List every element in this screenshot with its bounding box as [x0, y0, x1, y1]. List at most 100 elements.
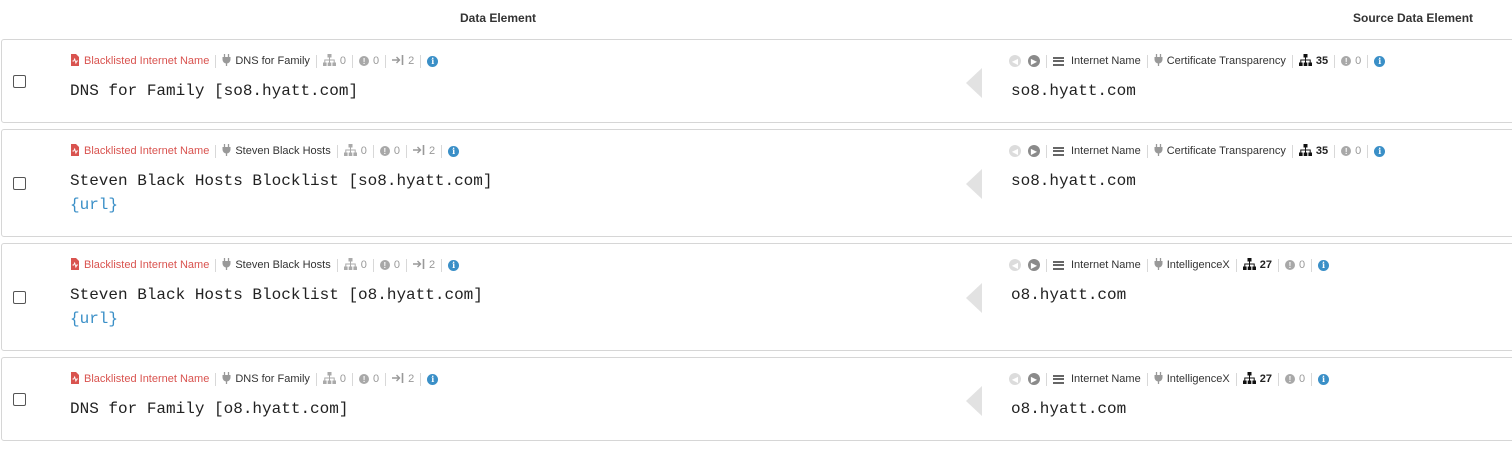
event-type[interactable]: Blacklisted Internet Name [70, 53, 210, 69]
row-checkbox[interactable] [13, 393, 26, 406]
previous-arrow-icon[interactable]: ◀ [1009, 373, 1021, 385]
separator [372, 144, 374, 158]
info-icon[interactable]: i [448, 145, 460, 157]
event-module[interactable]: DNS for Family [222, 53, 310, 69]
list-icon [1053, 374, 1064, 384]
separator [372, 258, 374, 272]
children-count-value: 0 [360, 145, 367, 157]
event-type[interactable]: Blacklisted Internet Name [70, 143, 209, 159]
children-count[interactable]: 0 [322, 371, 346, 387]
separator [1046, 372, 1047, 386]
event-url[interactable]: {url} [70, 310, 118, 328]
plug-icon [1154, 53, 1163, 69]
previous-arrow-icon[interactable]: ◀ [1009, 55, 1021, 67]
list-icon [1053, 56, 1064, 66]
info-icon[interactable]: i [1374, 145, 1386, 157]
false-positive-count[interactable]: ! 0 [359, 373, 379, 385]
separator [1311, 372, 1313, 386]
sitemap-icon [1242, 257, 1256, 273]
event-module[interactable]: Steven Black Hosts [222, 143, 331, 159]
links-count[interactable]: 2 [412, 144, 435, 158]
event-type[interactable]: Blacklisted Internet Name [70, 257, 209, 273]
source-type[interactable]: Internet Name [1053, 259, 1141, 271]
next-arrow-icon[interactable]: ▶ [1028, 259, 1040, 271]
source-data: so8.hyatt.com [1011, 172, 1136, 190]
exclamation-icon: ! [359, 56, 370, 66]
next-arrow-icon[interactable]: ▶ [1028, 55, 1040, 67]
blacklist-doc-icon [70, 257, 80, 273]
separator [1277, 258, 1279, 272]
source-false-positive-count[interactable]: ! 0 [1284, 259, 1306, 271]
links-count[interactable]: 2 [392, 372, 414, 386]
source-children-count[interactable]: 27 [1242, 257, 1272, 273]
false-positive-value: 0 [393, 145, 400, 157]
separator [352, 54, 354, 68]
false-positive-count[interactable]: ! 0 [359, 55, 379, 67]
event-module[interactable]: DNS for Family [222, 371, 310, 387]
sitemap-icon [1298, 53, 1312, 69]
children-count[interactable]: 0 [343, 143, 367, 159]
event-url[interactable]: {url} [70, 196, 118, 214]
exclamation-icon: ! [359, 374, 370, 384]
links-count[interactable]: 2 [392, 54, 414, 68]
event-module[interactable]: Steven Black Hosts [222, 257, 331, 273]
previous-arrow-icon[interactable]: ◀ [1009, 145, 1021, 157]
exclamation-icon: ! [1284, 374, 1295, 384]
children-count[interactable]: 0 [343, 257, 367, 273]
result-list: Blacklisted Internet Name DNS for Family 0… [1, 39, 1512, 447]
info-icon[interactable]: i [448, 259, 460, 271]
result-row: Blacklisted Internet Name DNS for Family 0… [1, 357, 1512, 441]
source-module[interactable]: Certificate Transparency [1154, 143, 1286, 159]
next-arrow-icon[interactable]: ▶ [1028, 145, 1040, 157]
source-false-positive-count[interactable]: ! 0 [1341, 55, 1361, 67]
separator [1046, 258, 1047, 272]
source-type[interactable]: Internet Name [1053, 373, 1141, 385]
row-checkbox[interactable] [13, 291, 26, 304]
source-type[interactable]: Internet Name [1053, 55, 1141, 67]
plug-icon [222, 257, 231, 273]
separator [1291, 144, 1293, 158]
info-icon[interactable]: i [427, 373, 439, 385]
source-meta: ◀ ▶ Internet Name IntelligenceX 27 ! 0 i [1009, 257, 1330, 273]
row-checkbox[interactable] [13, 177, 26, 190]
separator [336, 144, 338, 158]
separator [1146, 144, 1148, 158]
source-false-positive-count[interactable]: ! 0 [1341, 145, 1361, 157]
links-count[interactable]: 2 [412, 258, 435, 272]
event-meta: Blacklisted Internet Name Steven Black Ho… [70, 257, 460, 273]
separator [1235, 258, 1237, 272]
event-type[interactable]: Blacklisted Internet Name [70, 371, 210, 387]
event-type-label: Blacklisted Internet Name [84, 55, 210, 67]
event-type-label: Blacklisted Internet Name [84, 373, 210, 385]
info-icon[interactable]: i [427, 55, 439, 67]
source-false-positive-count[interactable]: ! 0 [1284, 373, 1305, 385]
source-children-count[interactable]: 35 [1298, 53, 1329, 69]
false-positive-count[interactable]: ! 0 [379, 145, 400, 157]
separator [420, 372, 422, 386]
source-module[interactable]: IntelligenceX [1154, 257, 1230, 273]
source-module[interactable]: IntelligenceX [1154, 371, 1230, 387]
source-type[interactable]: Internet Name [1053, 145, 1141, 157]
row-checkbox[interactable] [13, 75, 26, 88]
source-false-positive-value: 0 [1298, 259, 1306, 271]
source-module-label: Certificate Transparency [1166, 145, 1286, 157]
children-count[interactable]: 0 [322, 53, 346, 69]
plug-icon [1154, 143, 1163, 159]
previous-arrow-icon[interactable]: ◀ [1009, 259, 1021, 271]
source-module[interactable]: Certificate Transparency [1154, 53, 1286, 69]
info-icon[interactable]: i [1374, 55, 1386, 67]
blacklist-doc-icon [70, 371, 80, 387]
next-arrow-icon[interactable]: ▶ [1028, 373, 1040, 385]
info-icon[interactable]: i [1318, 259, 1330, 271]
separator [1334, 54, 1336, 68]
event-data: DNS for Family [so8.hyatt.com] [70, 82, 359, 100]
source-children-value: 35 [1315, 55, 1329, 67]
separator [352, 372, 354, 386]
sitemap-icon [322, 53, 336, 69]
source-children-count[interactable]: 27 [1242, 371, 1272, 387]
info-icon[interactable]: i [1318, 373, 1330, 385]
source-children-count[interactable]: 35 [1298, 143, 1328, 159]
plug-icon [222, 143, 231, 159]
source-type-label: Internet Name [1071, 145, 1141, 157]
false-positive-count[interactable]: ! 0 [379, 259, 400, 271]
